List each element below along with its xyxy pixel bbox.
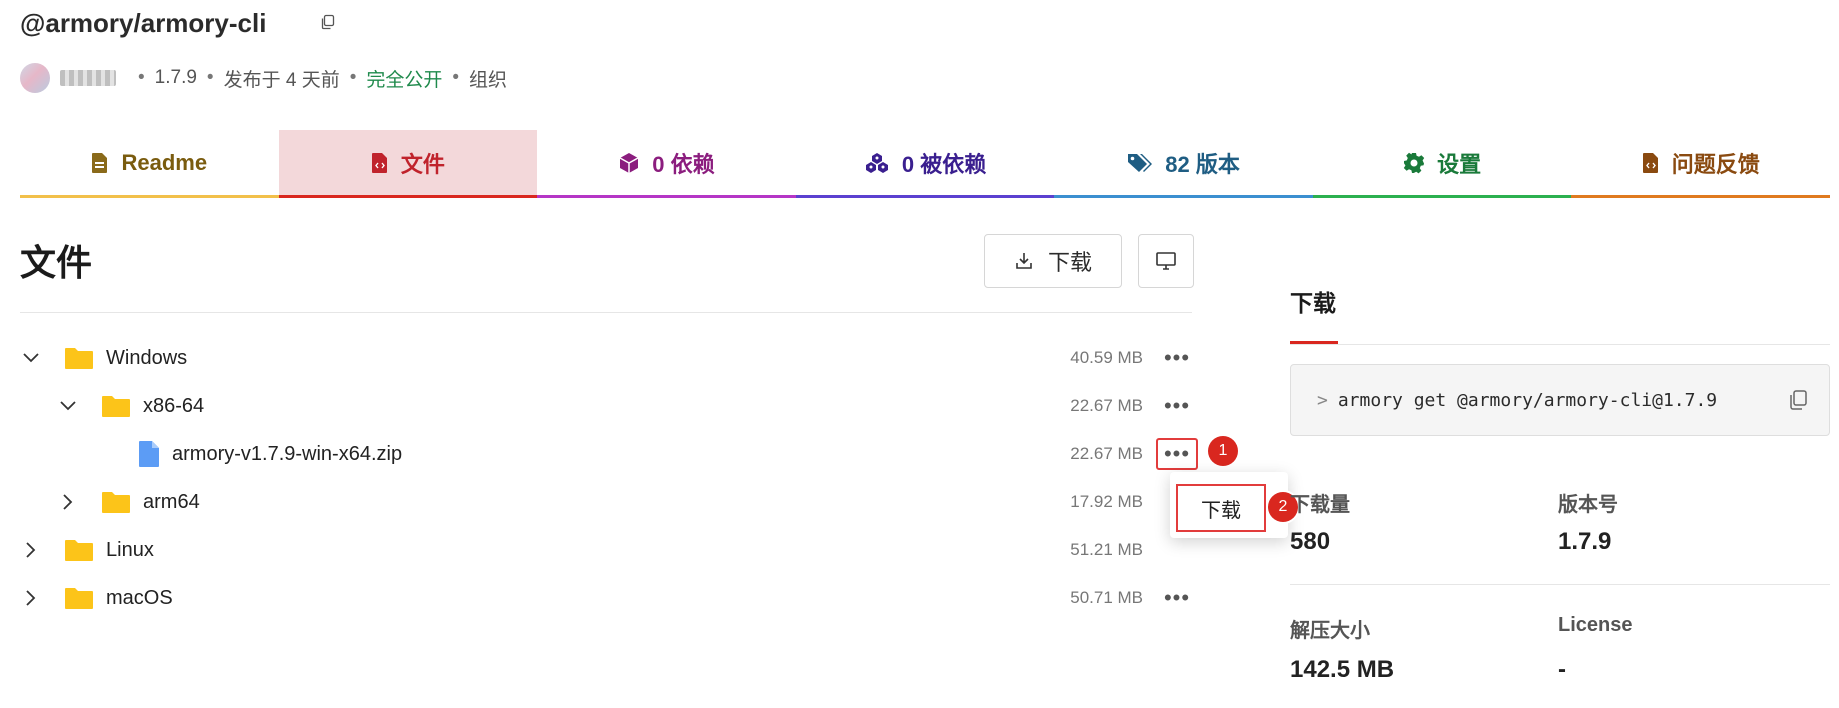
- tab-underline: [795, 195, 1055, 198]
- gear-icon: [1403, 152, 1425, 174]
- downloads-value: 580: [1290, 528, 1331, 555]
- tab-underline: [20, 195, 279, 198]
- tree-item-name: x86-64: [143, 394, 205, 417]
- folder-icon: [65, 348, 93, 369]
- folder-icon: [102, 492, 130, 513]
- file-size: 17.92 MB: [1070, 492, 1143, 511]
- cubes-icon: [865, 153, 888, 173]
- file-size: 50.71 MB: [1070, 588, 1143, 607]
- cube-icon: [619, 153, 639, 173]
- monitor-icon: [1156, 252, 1176, 270]
- more-icon[interactable]: •••: [1162, 343, 1192, 373]
- download-button-label: 下载: [1047, 250, 1092, 275]
- divider: [20, 312, 1192, 313]
- install-command[interactable]: armory get @armory/armory-cli@1.7.9: [1338, 390, 1717, 411]
- meta-separator: •: [452, 67, 460, 88]
- tab-versions[interactable]: 82 版本: [1054, 130, 1313, 198]
- tree-row-arm64[interactable]: arm64 17.92 MB: [20, 478, 1192, 526]
- divider: [1290, 584, 1830, 585]
- tab-dependencies[interactable]: 0 依赖: [537, 130, 796, 198]
- username-blurred[interactable]: [60, 70, 116, 86]
- meta-separator: •: [138, 67, 145, 88]
- readme-icon: [92, 153, 108, 173]
- files-heading: 文件: [20, 242, 93, 283]
- tab-settings[interactable]: 设置: [1312, 130, 1572, 198]
- file-size: 22.67 MB: [1070, 444, 1143, 463]
- chevron-down-icon[interactable]: [57, 395, 79, 417]
- version-label: 版本号: [1558, 494, 1618, 516]
- avatar[interactable]: [20, 63, 50, 93]
- download-button[interactable]: 下载: [984, 234, 1122, 288]
- copy-icon[interactable]: [1787, 389, 1809, 411]
- issue-icon: [1642, 153, 1658, 173]
- tab-files[interactable]: 文件: [278, 130, 538, 198]
- unpacked-size-value: 142.5 MB: [1290, 656, 1395, 683]
- tree-row-zip-file[interactable]: armory-v1.7.9-win-x64.zip 22.67 MB •••: [20, 430, 1198, 478]
- sidebar-heading: 下载: [1290, 290, 1336, 316]
- meta-version: 1.7.9: [154, 67, 197, 88]
- tab-readme[interactable]: Readme: [20, 130, 279, 198]
- chevron-right-icon[interactable]: [20, 539, 42, 561]
- tree-row-windows[interactable]: Windows 40.59 MB •••: [20, 334, 1192, 382]
- chevron-right-icon[interactable]: [57, 491, 79, 513]
- tree-item-name: macOS: [106, 586, 173, 609]
- tab-bar: Readme 文件 0 依赖 0 被依赖 82 版本 设置 问题反馈: [20, 130, 1831, 198]
- license-label: License: [1558, 614, 1633, 636]
- folder-icon: [65, 588, 93, 609]
- downloads-label: 下载量: [1290, 494, 1350, 516]
- tab-underline: [278, 195, 538, 198]
- unpacked-size-label: 解压大小: [1290, 620, 1370, 642]
- tree-row-linux[interactable]: Linux 51.21 MB: [20, 526, 1192, 574]
- tab-dependents[interactable]: 0 被依赖: [795, 130, 1055, 198]
- package-title: @armory/armory-cli: [20, 8, 267, 38]
- file-size: 22.67 MB: [1070, 396, 1143, 415]
- tree-item-name: arm64: [143, 490, 200, 513]
- more-icon[interactable]: •••: [1162, 391, 1192, 421]
- download-icon: [1016, 253, 1032, 269]
- install-command-box: > armory get @armory/armory-cli@1.7.9: [1290, 364, 1830, 436]
- tree-item-name: armory-v1.7.9-win-x64.zip: [172, 442, 403, 465]
- context-menu-download[interactable]: 下载: [1176, 484, 1266, 532]
- tree-row-macos[interactable]: macOS 50.71 MB •••: [20, 574, 1192, 622]
- tab-label: 问题反馈: [1671, 152, 1760, 177]
- tab-label: 设置: [1437, 152, 1482, 177]
- step-marker-1: 1: [1208, 436, 1238, 466]
- package-meta: • 1.7.9 • 发布于 4 天前 • 完全公开 • 组织: [20, 63, 508, 93]
- tree-item-name: Windows: [106, 346, 188, 369]
- tree-row-x86-64[interactable]: x86-64 22.67 MB •••: [20, 382, 1192, 430]
- tab-underline: [1571, 195, 1831, 198]
- tags-icon: [1128, 154, 1153, 172]
- file-size: 40.59 MB: [1070, 348, 1143, 367]
- tab-label: 82 版本: [1165, 152, 1240, 177]
- meta-separator: •: [206, 67, 214, 88]
- visibility-label: 完全公开: [366, 69, 443, 91]
- tab-label: 0 依赖: [652, 152, 715, 177]
- divider: [1290, 344, 1830, 345]
- tab-underline: [537, 195, 796, 198]
- more-icon[interactable]: •••: [1156, 438, 1198, 470]
- tab-label: Readme: [121, 150, 208, 175]
- meta-published: 发布于 4 天前: [223, 69, 340, 91]
- tab-underline: [1312, 195, 1572, 198]
- copy-icon[interactable]: [320, 14, 336, 30]
- file-size: 51.21 MB: [1070, 540, 1143, 559]
- tab-underline: [1054, 195, 1313, 198]
- more-icon[interactable]: •••: [1162, 583, 1192, 613]
- org-label: 组织: [469, 69, 508, 91]
- desktop-button[interactable]: [1138, 234, 1194, 288]
- tree-item-name: Linux: [106, 538, 154, 561]
- tab-label: 0 被依赖: [901, 152, 987, 177]
- meta-separator: •: [349, 67, 357, 88]
- file-code-icon: [371, 153, 387, 173]
- file-icon: [139, 441, 159, 467]
- tab-label: 文件: [400, 152, 445, 177]
- chevron-right-icon[interactable]: [20, 587, 42, 609]
- version-value: 1.7.9: [1558, 528, 1612, 555]
- tab-issues[interactable]: 问题反馈: [1571, 130, 1831, 198]
- license-value: -: [1558, 656, 1566, 683]
- chevron-down-icon[interactable]: [20, 347, 42, 369]
- folder-icon: [102, 396, 130, 417]
- command-prompt: >: [1317, 389, 1328, 411]
- folder-icon: [65, 540, 93, 561]
